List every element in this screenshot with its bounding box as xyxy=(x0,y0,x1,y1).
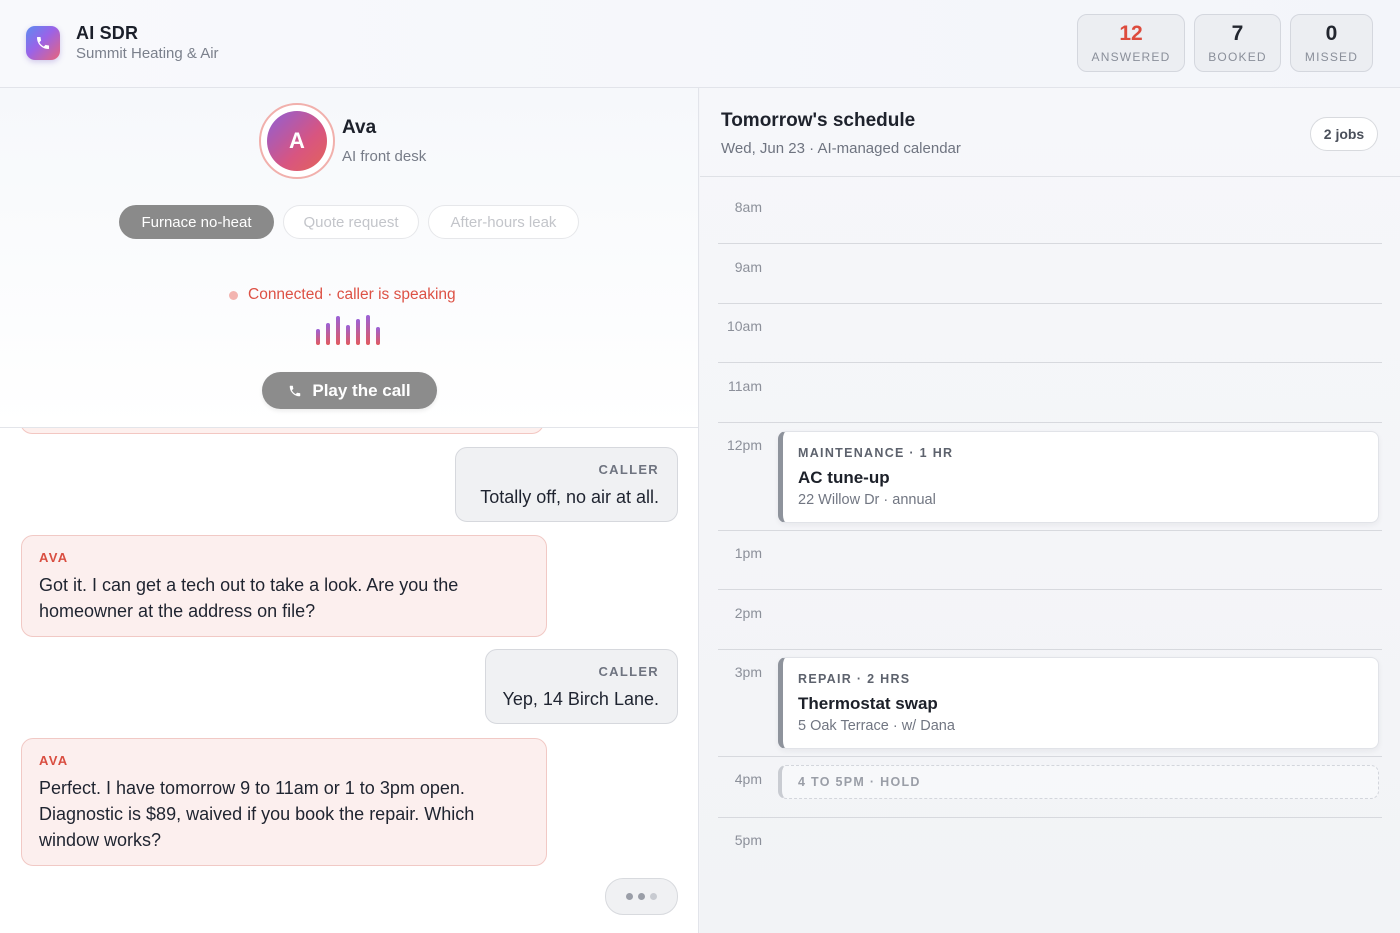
avatar-initial: A xyxy=(267,111,327,171)
message-text: Got it. I can get a tech out to take a l… xyxy=(39,575,459,621)
hour-divider xyxy=(718,530,1382,531)
typing-dot xyxy=(626,893,633,900)
event-title: AC tune-up xyxy=(798,468,890,487)
message-text: Perfect. I have tomorrow 9 to 11am or 1 … xyxy=(39,778,475,850)
stat-label: ANSWERED xyxy=(1091,50,1171,64)
event-tag: REPAIR · 2 HRS xyxy=(798,672,911,686)
avatar: A xyxy=(259,103,335,179)
agent-role: AI front desk xyxy=(342,148,427,165)
hour-label-9am: 9am xyxy=(734,259,762,275)
play-call-button[interactable]: Play the call xyxy=(262,372,437,409)
call-status: Connected · caller is speaking xyxy=(229,286,456,304)
stat-value: 12 xyxy=(1119,22,1143,45)
stat-answered: 12 ANSWERED xyxy=(1077,14,1185,72)
typing-dot xyxy=(650,893,657,900)
app-header: AI SDR Summit Heating & Air 12 ANSWERED … xyxy=(0,0,1400,88)
stat-missed: 0 MISSED xyxy=(1290,14,1373,72)
stat-label: BOOKED xyxy=(1208,50,1267,64)
hour-label-5pm: 5pm xyxy=(734,832,762,848)
calendar-event-ac-tune-up[interactable]: MAINTENANCE · 1 HR AC tune-up 22 Willow … xyxy=(778,431,1379,523)
phone-icon xyxy=(26,26,60,60)
message-text: Yep, 14 Birch Lane. xyxy=(502,689,659,709)
transcript-message-ava: AVA Got it. I can get a tech out to take… xyxy=(21,535,547,637)
scenario-chip-furnace[interactable]: Furnace no-heat xyxy=(119,205,274,239)
hour-label-10am: 10am xyxy=(726,318,762,334)
app-title: AI SDR xyxy=(76,23,139,43)
transcript-message-caller: CALLER Yep, 14 Birch Lane. xyxy=(485,649,678,724)
hour-divider xyxy=(718,649,1382,650)
event-detail: 5 Oak Terrace · w/ Dana xyxy=(798,718,955,734)
scenario-chip-quote[interactable]: Quote request xyxy=(283,205,419,239)
schedule-subtitle: Wed, Jun 23 · AI-managed calendar xyxy=(721,140,961,157)
speaker-label: CALLER xyxy=(598,664,659,679)
jobs-count-badge: 2 jobs xyxy=(1310,117,1378,151)
hour-divider xyxy=(718,243,1382,244)
hour-label-8am: 8am xyxy=(734,199,762,215)
hour-label-4pm: 4pm xyxy=(734,771,762,787)
event-tag: MAINTENANCE · 1 HR xyxy=(798,446,954,460)
schedule-panel: Tomorrow's schedule Wed, Jun 23 · AI-man… xyxy=(700,88,1400,933)
speaker-label: CALLER xyxy=(598,462,659,477)
hour-divider xyxy=(718,817,1382,818)
message-text: Totally off, no air at all. xyxy=(480,487,659,507)
stat-value: 0 xyxy=(1325,22,1338,45)
calendar-event-thermostat-swap[interactable]: REPAIR · 2 HRS Thermostat swap 5 Oak Ter… xyxy=(778,657,1379,749)
typing-dot xyxy=(638,893,645,900)
transcript-message-ava: AVA Perfect. I have tomorrow 9 to 11am o… xyxy=(21,738,547,866)
calendar-hold-slot[interactable]: 4 TO 5PM · HOLD xyxy=(778,765,1379,799)
stat-label: MISSED xyxy=(1304,50,1359,64)
hour-label-12pm: 12pm xyxy=(726,437,762,453)
hour-divider xyxy=(718,303,1382,304)
schedule-title: Tomorrow's schedule xyxy=(721,110,916,131)
status-dot xyxy=(229,290,238,300)
call-status-text: Connected · caller is speaking xyxy=(248,286,456,303)
hour-label-2pm: 2pm xyxy=(734,605,762,621)
hour-divider xyxy=(718,362,1382,363)
typing-indicator xyxy=(605,878,678,915)
hour-divider xyxy=(718,756,1382,757)
call-panel: A Ava AI front desk Furnace no-heat Quot… xyxy=(0,88,699,933)
agent-name: Ava xyxy=(342,117,377,138)
hour-label-1pm: 1pm xyxy=(734,545,762,561)
stat-value: 7 xyxy=(1231,22,1244,45)
play-call-label: Play the call xyxy=(312,380,411,400)
schedule-header: Tomorrow's schedule Wed, Jun 23 · AI-man… xyxy=(700,88,1400,177)
stat-booked: 7 BOOKED xyxy=(1194,14,1281,72)
speaker-label: AVA xyxy=(39,753,69,768)
scenario-chip-leak[interactable]: After-hours leak xyxy=(428,205,579,239)
hour-label-3pm: 3pm xyxy=(734,664,762,680)
hour-divider xyxy=(718,589,1382,590)
event-title: Thermostat swap xyxy=(798,694,938,713)
company-name: Summit Heating & Air xyxy=(76,45,219,62)
waveform-icon xyxy=(316,315,380,345)
event-detail: 22 Willow Dr · annual xyxy=(798,492,936,508)
hour-label-11am: 11am xyxy=(728,378,762,394)
speaker-label: AVA xyxy=(39,550,69,565)
hold-label: 4 TO 5PM · HOLD xyxy=(798,775,921,789)
transcript-message-caller: CALLER Totally off, no air at all. xyxy=(455,447,678,522)
agent-card: A Ava AI front desk Furnace no-heat Quot… xyxy=(0,88,698,428)
phone-icon xyxy=(290,385,301,396)
hour-divider xyxy=(718,422,1382,423)
